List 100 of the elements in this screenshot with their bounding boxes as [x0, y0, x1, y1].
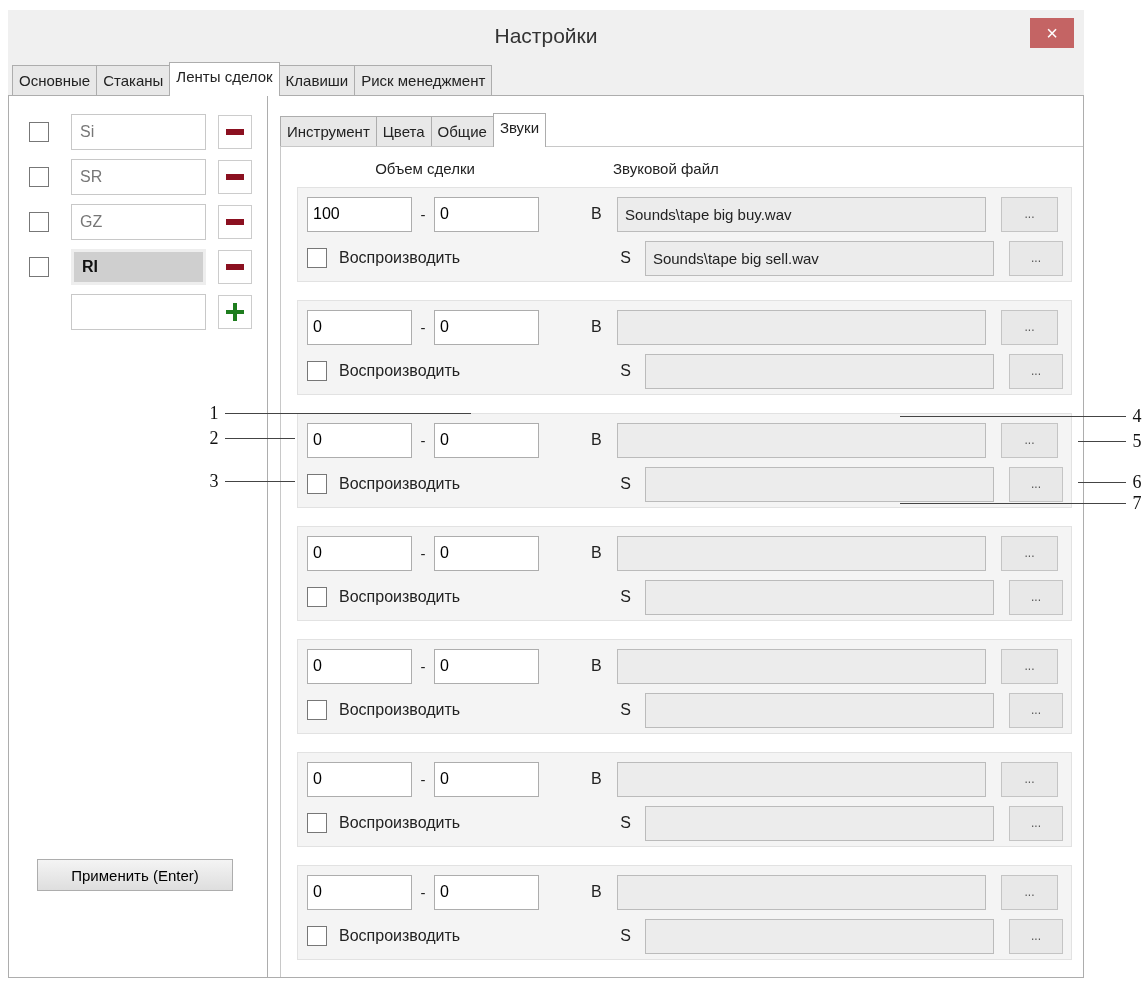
leader-line — [225, 437, 295, 439]
sound-file-field[interactable] — [617, 535, 986, 571]
sound-file-field[interactable]: Sounds\tape big sell.wav — [644, 240, 995, 276]
checkbox[interactable] — [29, 257, 49, 277]
browse-button[interactable]: ... — [1001, 422, 1058, 458]
callout-number: 1 — [208, 402, 220, 424]
checkbox[interactable] — [307, 926, 327, 946]
sound-file-field[interactable] — [617, 761, 986, 797]
sound-file-field[interactable]: Sounds\tape big buy.wav — [617, 196, 986, 232]
browse-button[interactable]: ... — [1001, 761, 1058, 797]
volume-to-field[interactable]: 0 — [434, 874, 539, 910]
instrument-field[interactable]: SR — [71, 159, 206, 195]
checkbox-label: Воспроизводить — [339, 814, 462, 832]
checkbox[interactable] — [29, 167, 49, 187]
checkbox-label: Воспроизводить — [339, 475, 462, 493]
checkbox[interactable] — [307, 361, 327, 381]
tab[interactable]: Основные — [12, 65, 98, 95]
browse-button[interactable]: ... — [1009, 353, 1063, 389]
remove-button[interactable] — [218, 205, 252, 239]
checkbox[interactable] — [307, 587, 327, 607]
callout-number: 2 — [208, 427, 220, 449]
sound-file-field[interactable] — [644, 805, 995, 841]
sound-file-field[interactable] — [617, 422, 986, 458]
remove-button[interactable] — [218, 160, 252, 194]
side-label: S — [620, 701, 633, 719]
tab[interactable]: Ленты сделок — [169, 62, 280, 96]
browse-button[interactable]: ... — [1009, 240, 1063, 276]
sound-file-field[interactable] — [644, 353, 995, 389]
range-dash: - — [419, 205, 427, 223]
apply-button[interactable]: Применить (Enter) — [37, 859, 233, 891]
checkbox[interactable] — [29, 122, 49, 142]
checkbox[interactable] — [307, 474, 327, 494]
volume-from-field[interactable]: 0 — [307, 874, 412, 910]
tab[interactable]: Инструмент — [280, 116, 377, 146]
sound-file-field[interactable] — [617, 309, 986, 345]
volume-from-field[interactable]: 0 — [307, 309, 412, 345]
sound-file-field[interactable] — [644, 466, 995, 502]
volume-to-field[interactable]: 0 — [434, 535, 539, 571]
leader-line — [1078, 440, 1126, 442]
side-label: S — [620, 814, 633, 832]
volume-from-field[interactable]: 0 — [307, 422, 412, 458]
checkbox[interactable] — [29, 212, 49, 232]
close-button[interactable]: × — [1030, 18, 1074, 48]
tab[interactable]: Стаканы — [96, 65, 171, 95]
tab[interactable]: Звуки — [492, 113, 546, 147]
tab[interactable]: Общие — [430, 116, 494, 146]
browse-button[interactable]: ... — [1009, 579, 1063, 615]
browse-button[interactable]: ... — [1001, 196, 1058, 232]
volume-to-field[interactable]: 0 — [434, 422, 539, 458]
volume-to-field[interactable]: 0 — [434, 309, 539, 345]
instrument-field[interactable]: Si — [71, 114, 206, 150]
sound-file-field[interactable] — [617, 648, 986, 684]
minus-icon — [226, 264, 244, 270]
browse-button[interactable]: ... — [1009, 692, 1063, 728]
checkbox-label: Воспроизводить — [339, 362, 462, 380]
volume-from-field[interactable]: 0 — [307, 535, 412, 571]
tab[interactable]: Цвета — [375, 116, 432, 146]
volume-to-field[interactable]: 0 — [434, 196, 539, 232]
browse-button[interactable]: ... — [1009, 805, 1063, 841]
volume-from-field[interactable]: 0 — [307, 761, 412, 797]
callout-number: 6 — [1131, 471, 1143, 493]
side-label: B — [591, 883, 603, 901]
browse-button[interactable]: ... — [1009, 918, 1063, 954]
side-label: S — [620, 588, 633, 606]
minus-icon — [226, 174, 244, 180]
side-label: B — [591, 431, 603, 449]
add-button[interactable] — [218, 295, 252, 329]
side-label: S — [620, 362, 633, 380]
checkbox[interactable] — [307, 700, 327, 720]
volume-from-field[interactable]: 0 — [307, 648, 412, 684]
callout-number: 4 — [1131, 405, 1143, 427]
sound-file-field[interactable] — [617, 874, 986, 910]
tab[interactable]: Клавиши — [278, 65, 356, 95]
instrument-field[interactable]: RI — [71, 249, 206, 285]
side-label: B — [591, 205, 603, 223]
tab[interactable]: Риск менеджмент — [354, 65, 493, 95]
plus-icon — [226, 303, 244, 321]
sound-file-field[interactable] — [644, 692, 995, 728]
browse-button[interactable]: ... — [1001, 648, 1058, 684]
remove-button[interactable] — [218, 115, 252, 149]
browse-button[interactable]: ... — [1001, 874, 1058, 910]
minus-icon — [226, 219, 244, 225]
side-label: S — [620, 249, 633, 267]
side-label: B — [591, 657, 603, 675]
new-instrument-field[interactable] — [71, 294, 206, 330]
sound-file-field[interactable] — [644, 579, 995, 615]
range-dash: - — [419, 770, 427, 788]
checkbox[interactable] — [307, 248, 327, 268]
browse-button[interactable]: ... — [1001, 309, 1058, 345]
checkbox[interactable] — [307, 813, 327, 833]
volume-to-field[interactable]: 0 — [434, 648, 539, 684]
side-label: B — [591, 318, 603, 336]
instrument-field[interactable]: GZ — [71, 204, 206, 240]
volume-from-field[interactable]: 100 — [307, 196, 412, 232]
browse-button[interactable]: ... — [1009, 466, 1063, 502]
volume-to-field[interactable]: 0 — [434, 761, 539, 797]
remove-button[interactable] — [218, 250, 252, 284]
browse-button[interactable]: ... — [1001, 535, 1058, 571]
column-header: Объем сделки — [374, 160, 476, 177]
sound-file-field[interactable] — [644, 918, 995, 954]
